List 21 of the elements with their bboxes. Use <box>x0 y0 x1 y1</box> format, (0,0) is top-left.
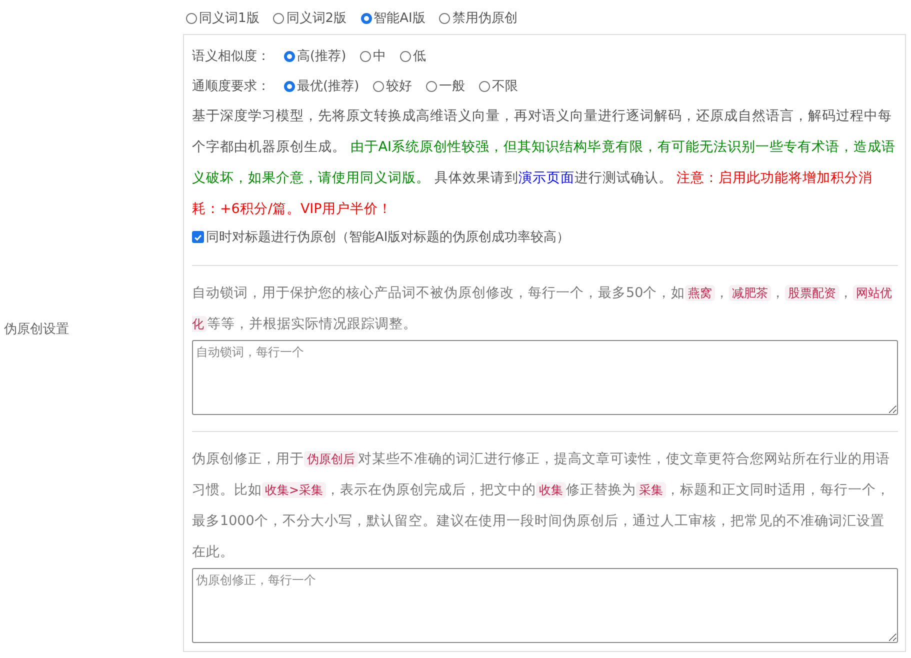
correction-field[interactable]: 伪原创修正，每行一个 <box>192 568 898 643</box>
mode-radio[interactable]: 智能AI版 <box>360 9 426 27</box>
demo-link[interactable]: 演示页面 <box>518 170 574 186</box>
option-radio[interactable]: 中 <box>360 47 386 65</box>
option-radio[interactable]: 不限 <box>479 77 518 95</box>
option-radio[interactable]: 高(推荐) <box>284 47 346 65</box>
option-label: 通顺度要求： <box>192 78 270 95</box>
lock-words-field[interactable]: 自动锁词，每行一个 <box>192 340 898 415</box>
mode-radio[interactable]: 禁用伪原创 <box>439 9 518 27</box>
mode-radio[interactable]: 同义词1版 <box>186 9 260 27</box>
correction-description: 伪原创修正，用于 伪原创后 对某些不准确的词汇进行修正，提高文章可读性，使文章更符合您网站所在行业的用语习惯。比如 收集>采集 ，表示在伪原创完成后，把文中的 收集 修正替换为 采集 ，标题和正文同时适用，每行一个，最多1000个，不分大小写，默认留空。建议在使用一段时间伪原创后，通过人工审核，把常见的不准确词汇设置在此。 <box>192 450 892 562</box>
option-label: 语义相似度： <box>192 48 270 65</box>
title-checkbox[interactable]: 同时对标题进行伪原创（智能AI版对标题的伪原创成功率较高） <box>192 225 898 249</box>
option-radio[interactable]: 一般 <box>426 77 466 95</box>
section-label: 伪原创设置 <box>4 321 69 338</box>
option-radio[interactable]: 低 <box>400 47 426 65</box>
mode-radio[interactable]: 同义词2版 <box>273 9 347 27</box>
option-radio[interactable]: 最优(推荐) <box>284 77 360 95</box>
option-radio[interactable]: 较好 <box>373 77 412 95</box>
ai-description: 基于深度学习模型，先将原文转换成高维语义向量，再对语义向量进行逐词解码，还原成自然语言，解码过程中每个字都由机器原创生成。 由于AI系统原创性较强，但其知识结构毕竟有限，有可能无法识别一些专有术语，造成语义破坏，如果介意，请使用同义词版。 具体效果请到演示页面进行测试确认。 注意：启用此功能将增加积分消耗：+6积分/篇。VIP用户半价！ <box>192 107 897 219</box>
lock-description: 自动锁词，用于保护您的核心产品词不被伪原创修改，每行一个，最多50个，如 燕窝 ， 减肥茶 ， 股票配资 ， 网站优化 等等，并根据实际情况跟踪调整。 <box>192 284 894 334</box>
